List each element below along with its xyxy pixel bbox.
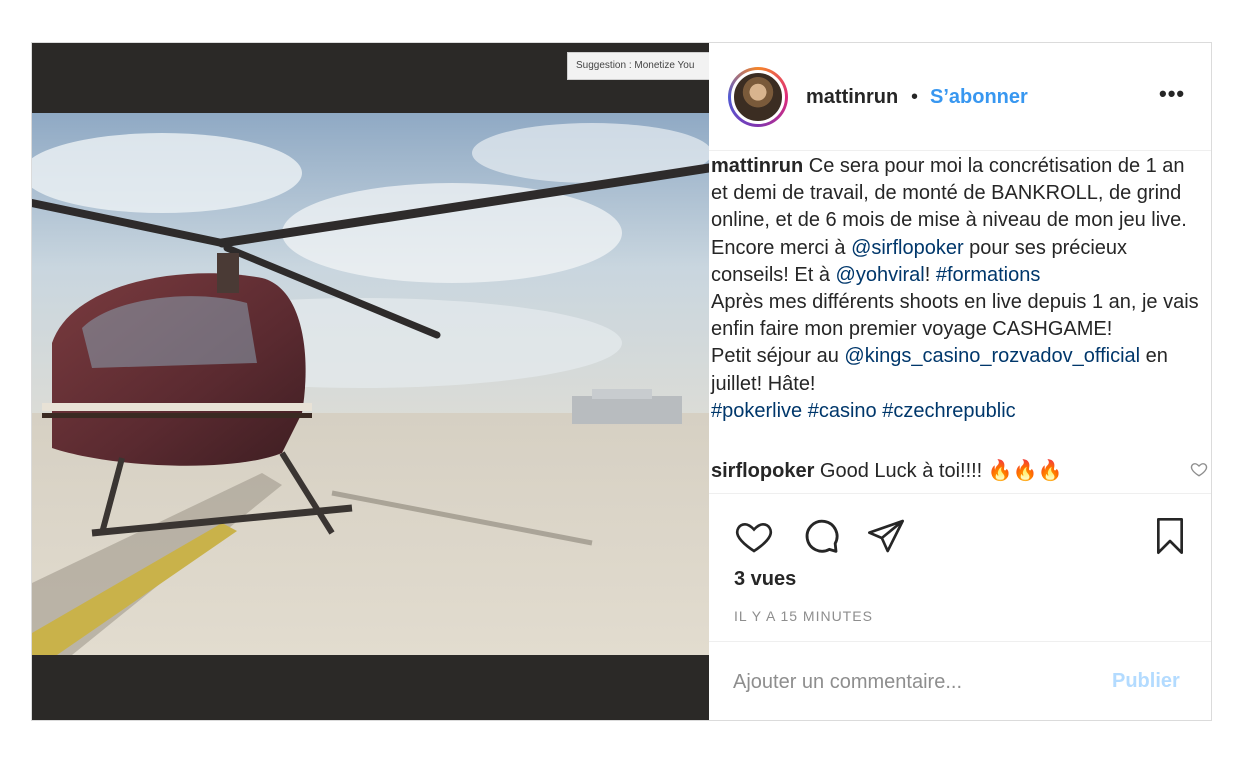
post-header: mattinrun • S’abonner ••• [709, 43, 1211, 151]
mention-kings-casino[interactable]: @kings_casino_rozvadov_official [844, 345, 1140, 367]
mention-yohviral[interactable]: @yohviral [836, 264, 925, 286]
comment-bubble-icon[interactable] [801, 516, 841, 556]
caption-username[interactable]: mattinrun [711, 155, 803, 177]
caption-text-3: Après mes différents shoots en live depu… [711, 291, 1199, 341]
add-comment-bar: Publier [709, 641, 1211, 720]
comment-input[interactable] [733, 668, 1083, 696]
hashtag-formations[interactable]: #formations [936, 264, 1041, 286]
avatar[interactable] [728, 67, 788, 127]
post-timestamp[interactable]: IL Y A 15 MINUTES [734, 608, 873, 624]
hashtag-czechrepublic[interactable]: #czechrepublic [882, 400, 1015, 422]
video-frame-helicopter [32, 113, 709, 655]
helicopter-image [32, 113, 709, 655]
header-separator: • [911, 86, 919, 108]
mention-sirflopoker[interactable]: @sirflopoker [851, 237, 964, 259]
caption-text-4a: Petit séjour au [711, 345, 845, 368]
header-username[interactable]: mattinrun [806, 86, 898, 109]
comment-username[interactable]: sirflopoker [711, 460, 814, 482]
caption-text-2a: Encore merci à [711, 236, 852, 259]
comment-like-heart-icon[interactable] [1190, 460, 1208, 478]
share-paper-plane-icon[interactable] [866, 516, 906, 556]
post-video[interactable]: Suggestion : Monetize You [32, 43, 709, 720]
save-bookmark-icon[interactable] [1150, 516, 1190, 556]
hashtag-casino[interactable]: #casino [808, 400, 877, 422]
views-count[interactable]: 3 vues [734, 568, 796, 591]
comment-item: sirflopoker Good Luck à toi!!!! 🔥🔥🔥 [711, 458, 1181, 485]
avatar-image [731, 70, 785, 124]
hashtag-pokerlive[interactable]: #pokerlive [711, 400, 802, 422]
more-options-icon[interactable]: ••• [1159, 81, 1185, 107]
follow-button[interactable]: S’abonner [930, 86, 1028, 109]
comment-text: Good Luck à toi!!!! 🔥🔥🔥 [819, 460, 1063, 482]
post-sidebar: mattinrun • S’abonner ••• mattinrun Ce s… [709, 43, 1211, 720]
like-heart-icon[interactable] [734, 516, 774, 556]
publish-button[interactable]: Publier [1112, 670, 1180, 693]
instagram-post: Suggestion : Monetize You mattinrun • S’… [31, 42, 1212, 721]
caption-text-2c: ! [924, 263, 936, 286]
post-caption: mattinrun Ce sera pour moi la concrétisa… [711, 153, 1201, 425]
suggestion-overlay[interactable]: Suggestion : Monetize You [567, 52, 709, 80]
